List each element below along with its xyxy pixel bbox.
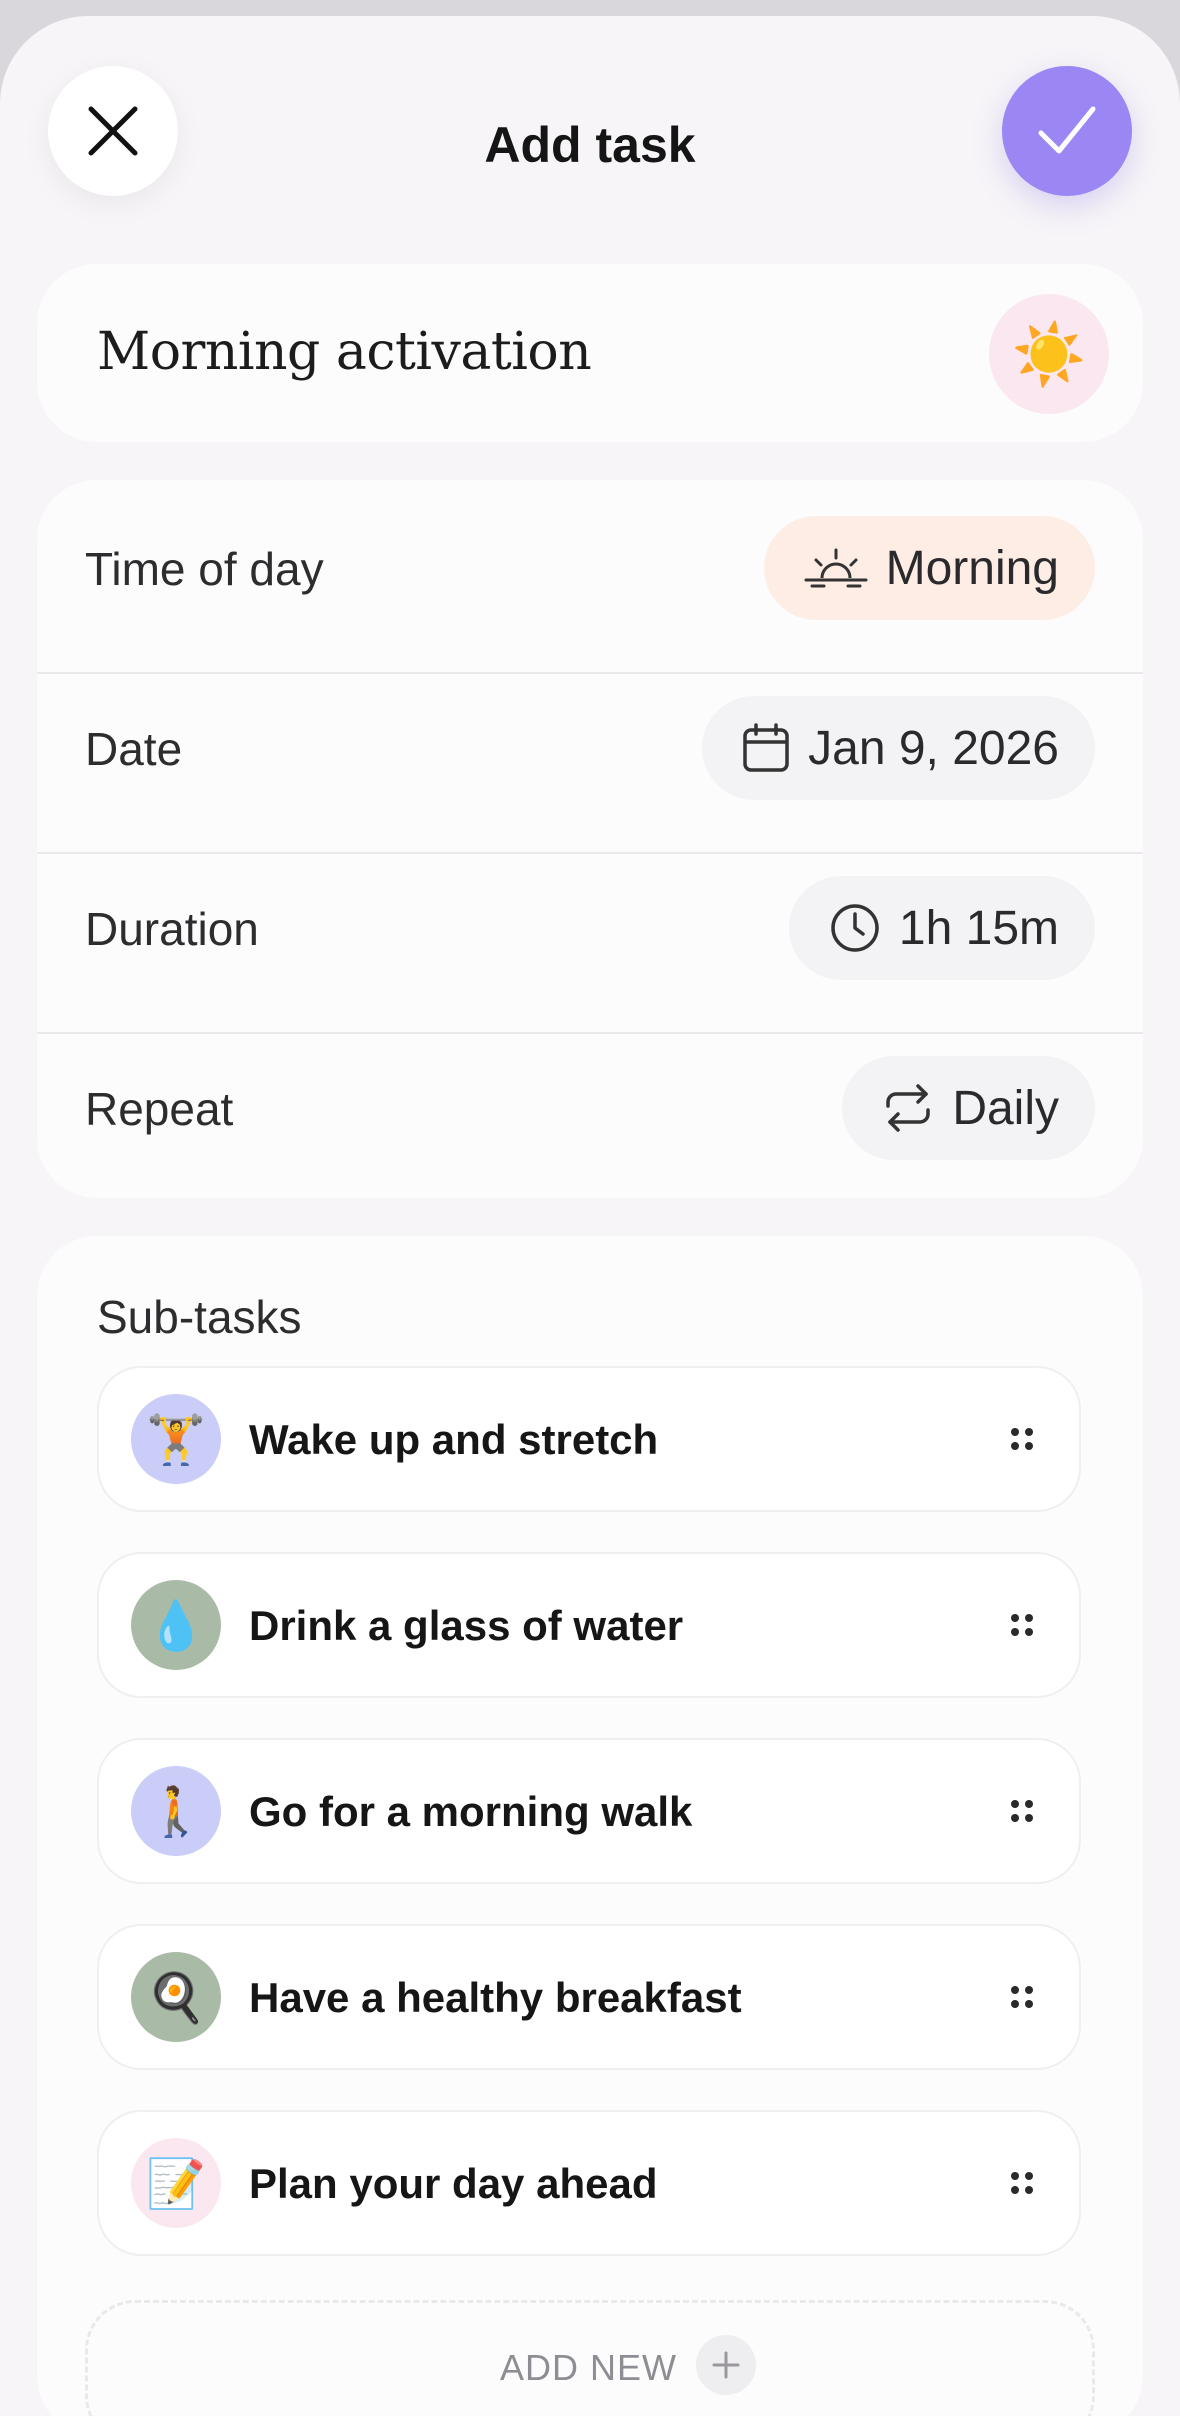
task-emoji-picker[interactable]: ☀️ — [989, 294, 1109, 414]
duration-row[interactable]: Duration 1h 15m — [37, 840, 1143, 1020]
date-row[interactable]: Date Jan 9, 2026 — [37, 660, 1143, 840]
subtask-item[interactable]: 🚶 Go for a morning walk — [97, 1738, 1081, 1884]
subtask-item[interactable]: 📝 Plan your day ahead — [97, 2110, 1081, 2256]
sunrise-icon — [804, 548, 868, 588]
task-properties-card: Time of day Morning Date Jan 9, 2026 Dur… — [37, 480, 1143, 1198]
plus-icon — [696, 2335, 756, 2395]
subtask-label: Go for a morning walk — [249, 1788, 693, 1835]
date-label: Date — [85, 723, 183, 775]
subtask-label: Have a healthy breakfast — [249, 1974, 742, 2021]
drag-handle-icon[interactable] — [1011, 1428, 1033, 1452]
sun-icon: ☀️ — [1011, 320, 1087, 388]
task-name-card[interactable]: Morning activation ☀️ — [37, 264, 1143, 442]
task-name-input[interactable]: Morning activation — [97, 322, 592, 382]
add-new-subtask-button[interactable]: ADD NEW — [85, 2300, 1095, 2416]
add-new-label: ADD NEW — [500, 2347, 677, 2388]
time-of-day-row[interactable]: Time of day Morning — [37, 480, 1143, 660]
weightlifter-icon: 🏋️ — [131, 1394, 221, 1484]
time-of-day-label: Time of day — [85, 543, 324, 595]
subtask-item[interactable]: 💧 Drink a glass of water — [97, 1552, 1081, 1698]
drag-handle-icon[interactable] — [1011, 1614, 1033, 1638]
subtask-label: Drink a glass of water — [249, 1602, 684, 1649]
time-of-day-value: Morning — [885, 541, 1059, 595]
calendar-icon — [743, 723, 789, 772]
subtasks-heading: Sub-tasks — [97, 1291, 302, 1343]
duration-label: Duration — [85, 903, 259, 955]
walking-person-icon: 🚶 — [131, 1766, 221, 1856]
drag-handle-icon[interactable] — [1011, 1800, 1033, 1824]
subtasks-card: Sub-tasks 🏋️ Wake up and stretch 💧 Drink… — [37, 1236, 1143, 2416]
repeat-value: Daily — [952, 1081, 1059, 1135]
time-of-day-pill[interactable]: Morning — [763, 516, 1095, 620]
memo-icon: 📝 — [131, 2138, 221, 2228]
repeat-pill[interactable]: Daily — [842, 1056, 1095, 1160]
drag-handle-icon[interactable] — [1011, 1986, 1033, 2010]
drag-handle-icon[interactable] — [1011, 2172, 1033, 2196]
frying-pan-icon: 🍳 — [131, 1952, 221, 2042]
clock-icon — [831, 904, 879, 952]
date-pill[interactable]: Jan 9, 2026 — [702, 696, 1095, 800]
checkmark-icon — [1038, 106, 1096, 154]
subtask-item[interactable]: 🍳 Have a healthy breakfast — [97, 1924, 1081, 2070]
date-value: Jan 9, 2026 — [808, 721, 1059, 775]
duration-pill[interactable]: 1h 15m — [788, 876, 1095, 980]
subtask-item[interactable]: 🏋️ Wake up and stretch — [97, 1366, 1081, 1512]
water-drop-icon: 💧 — [131, 1580, 221, 1670]
repeat-label: Repeat — [85, 1083, 234, 1135]
duration-value: 1h 15m — [898, 901, 1059, 955]
subtask-label: Plan your day ahead — [249, 2160, 658, 2207]
add-task-sheet: Add task Morning activation ☀️ Time of d… — [0, 16, 1180, 2416]
confirm-button[interactable] — [1002, 66, 1132, 196]
subtask-label: Wake up and stretch — [249, 1416, 659, 1463]
repeat-icon — [886, 1084, 931, 1132]
repeat-row[interactable]: Repeat Daily — [37, 1020, 1143, 1200]
